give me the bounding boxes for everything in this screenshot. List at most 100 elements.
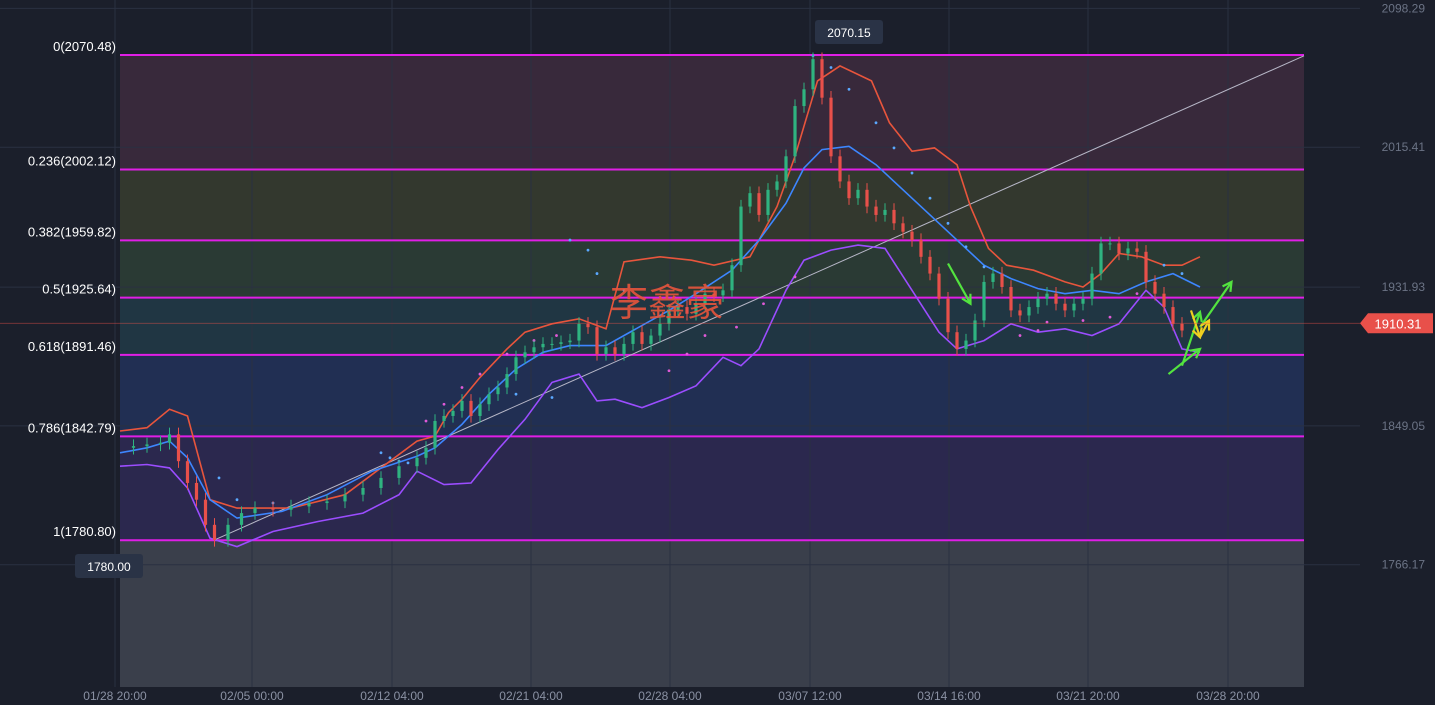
candle[interactable] <box>622 343 626 354</box>
candle[interactable] <box>1081 298 1085 304</box>
candle[interactable] <box>424 447 428 458</box>
candle[interactable] <box>194 482 199 500</box>
candle[interactable] <box>505 374 509 388</box>
candle[interactable] <box>523 352 527 358</box>
candle[interactable] <box>1144 251 1148 282</box>
candle[interactable] <box>307 503 311 507</box>
candle[interactable] <box>775 181 779 190</box>
candle[interactable] <box>946 298 950 333</box>
candle[interactable] <box>739 206 743 266</box>
candle[interactable] <box>478 404 482 416</box>
candle[interactable] <box>541 343 545 348</box>
candle[interactable] <box>1162 293 1166 308</box>
candle[interactable] <box>982 281 986 321</box>
candle[interactable] <box>766 189 770 215</box>
candle[interactable] <box>1045 293 1049 299</box>
candle[interactable] <box>1153 281 1157 294</box>
candle[interactable] <box>1018 310 1022 316</box>
candle[interactable] <box>550 343 554 345</box>
candle[interactable] <box>325 501 329 504</box>
candle[interactable] <box>1180 323 1184 331</box>
candle[interactable] <box>577 323 581 341</box>
candle[interactable] <box>532 347 536 353</box>
candle[interactable] <box>631 332 635 344</box>
candle[interactable] <box>145 444 149 447</box>
candle[interactable] <box>838 156 842 182</box>
candle[interactable] <box>748 193 752 207</box>
candle[interactable] <box>158 442 163 445</box>
chart-container[interactable]: 0(2070.48) 0.236(2002.12) 0.382(1959.82) 0.… <box>0 0 1435 705</box>
candle[interactable] <box>239 513 244 525</box>
candle[interactable] <box>865 189 869 207</box>
candle[interactable] <box>203 499 208 525</box>
candle[interactable] <box>559 342 563 344</box>
candle[interactable] <box>1072 303 1076 311</box>
candle[interactable] <box>829 97 833 157</box>
candle[interactable] <box>176 434 181 462</box>
candle[interactable] <box>919 240 923 257</box>
candle[interactable] <box>379 477 383 488</box>
candle[interactable] <box>937 273 941 299</box>
candle[interactable] <box>415 457 419 467</box>
candle[interactable] <box>185 461 190 483</box>
candle[interactable] <box>271 508 275 510</box>
candle[interactable] <box>1027 307 1031 316</box>
candle[interactable] <box>433 420 437 448</box>
candle[interactable] <box>586 323 590 328</box>
candle[interactable] <box>289 506 293 510</box>
candle[interactable] <box>793 106 797 157</box>
candle[interactable] <box>820 59 824 98</box>
candle[interactable] <box>212 524 217 540</box>
candle[interactable] <box>928 256 932 274</box>
candle[interactable] <box>460 400 464 411</box>
candle[interactable] <box>784 156 788 182</box>
candle[interactable] <box>442 415 446 421</box>
candle[interactable] <box>451 410 455 416</box>
candle[interactable] <box>604 347 608 354</box>
candle[interactable] <box>991 273 995 282</box>
candle[interactable] <box>595 327 599 354</box>
candle[interactable] <box>496 387 500 395</box>
candle[interactable] <box>343 494 347 502</box>
price-chart[interactable]: 0(2070.48) 0.236(2002.12) 0.382(1959.82) 0.… <box>0 0 1435 705</box>
candle[interactable] <box>1108 243 1112 245</box>
candle[interactable] <box>131 446 136 448</box>
candle[interactable] <box>955 332 959 349</box>
candle[interactable] <box>1063 303 1067 311</box>
candle[interactable] <box>802 89 806 107</box>
candle[interactable] <box>964 340 968 349</box>
candle[interactable] <box>649 335 653 344</box>
candle[interactable] <box>397 466 401 478</box>
candle[interactable] <box>1090 273 1094 299</box>
candle[interactable] <box>892 209 896 224</box>
candle[interactable] <box>1117 243 1121 254</box>
candle[interactable] <box>910 231 914 241</box>
candle[interactable] <box>1171 307 1175 324</box>
current-price-tag[interactable]: 1910.31 <box>1360 313 1433 334</box>
candle[interactable] <box>613 347 617 354</box>
candle[interactable] <box>874 206 878 215</box>
candle[interactable] <box>1126 248 1130 254</box>
candle[interactable] <box>469 400 473 416</box>
candle[interactable] <box>568 340 572 343</box>
candle[interactable] <box>658 323 662 336</box>
candle[interactable] <box>1036 298 1040 308</box>
candle[interactable] <box>757 193 761 215</box>
candle[interactable] <box>514 357 518 375</box>
candle[interactable] <box>1000 273 1004 287</box>
candle[interactable] <box>883 209 887 215</box>
candle[interactable] <box>226 524 230 540</box>
candle[interactable] <box>253 508 257 514</box>
candle[interactable] <box>811 59 815 90</box>
candle[interactable] <box>1135 248 1139 252</box>
candle[interactable] <box>487 394 491 405</box>
candle[interactable] <box>847 181 851 199</box>
candle[interactable] <box>1054 293 1058 304</box>
candle[interactable] <box>1009 286 1013 311</box>
candle[interactable] <box>730 265 734 291</box>
candle[interactable] <box>361 487 365 495</box>
candle[interactable] <box>1099 243 1103 274</box>
candle[interactable] <box>901 223 905 232</box>
candle[interactable] <box>856 189 860 199</box>
candle[interactable] <box>167 434 172 443</box>
